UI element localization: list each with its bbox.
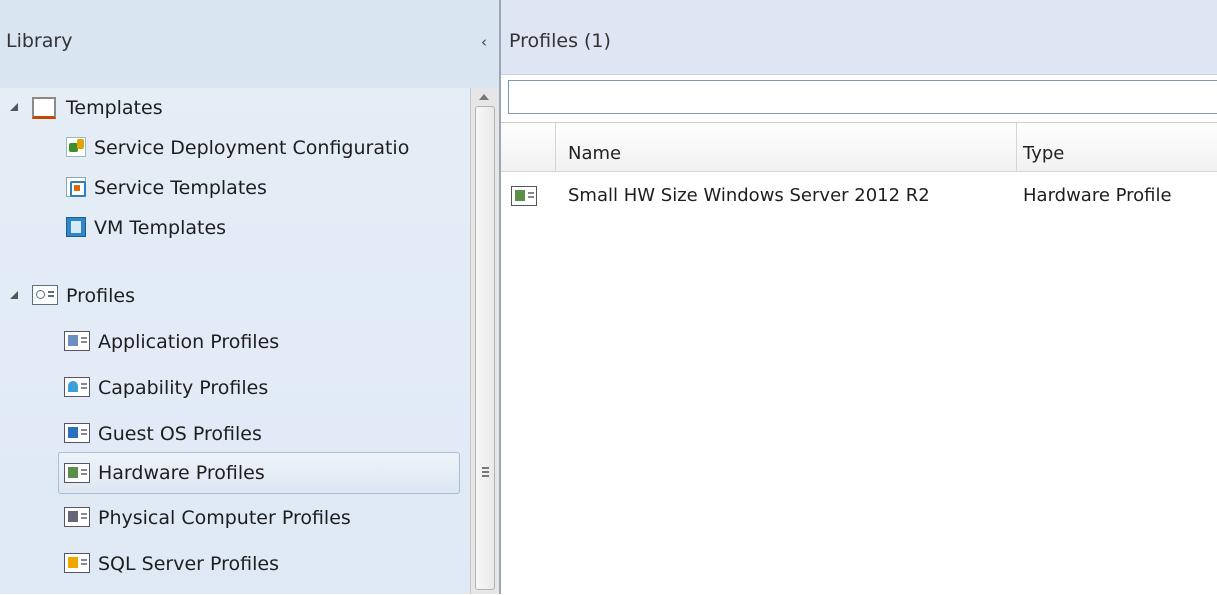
row-type: Hardware Profile <box>1023 185 1172 206</box>
scroll-up-icon[interactable] <box>479 94 489 100</box>
library-tree: Templates Service Deployment Configurati… <box>0 88 470 594</box>
tree-item-label: Guest OS Profiles <box>98 423 262 445</box>
service-templates-icon <box>66 177 86 197</box>
tree-node-profiles[interactable]: Profiles <box>0 276 470 316</box>
tree-item-service-deployment-configuration[interactable]: Service Deployment Configuratio <box>60 128 460 168</box>
hardware-profile-icon <box>64 463 90 483</box>
vm-templates-icon <box>66 217 86 237</box>
library-header: Library ‹ <box>0 0 500 88</box>
application-profile-icon <box>64 331 90 351</box>
tree-item-label: Service Deployment Configuratio <box>94 137 410 159</box>
grip-icon <box>482 467 489 469</box>
tree-item-label: Hardware Profiles <box>98 462 265 484</box>
hardware-profile-icon <box>511 186 537 206</box>
collapse-pane-button[interactable]: ‹ <box>474 30 494 54</box>
sql-server-profile-icon <box>64 553 90 573</box>
tree-item-hardware-profiles[interactable]: Hardware Profiles <box>58 452 460 494</box>
service-deployment-configuration-icon <box>66 137 86 157</box>
tree-item-label: Service Templates <box>94 177 267 199</box>
templates-icon <box>32 97 56 119</box>
expand-arrow-icon[interactable] <box>10 103 18 111</box>
column-divider[interactable] <box>1016 123 1017 171</box>
tree-item-physical-computer-profiles[interactable]: Physical Computer Profiles <box>60 498 460 538</box>
tree-item-guest-os-profiles[interactable]: Guest OS Profiles <box>60 414 460 454</box>
tree-item-label: VM Templates <box>94 217 227 239</box>
tree-item-label: SQL Server Profiles <box>98 553 279 575</box>
tree-item-service-templates[interactable]: Service Templates <box>60 168 460 208</box>
library-title: Library <box>6 30 73 52</box>
scrollbar-thumb[interactable] <box>475 106 495 590</box>
grid-header: Name Type <box>501 123 1217 172</box>
physical-computer-profile-icon <box>64 507 90 527</box>
search-input[interactable] <box>508 80 1217 114</box>
tree-item-vm-templates[interactable]: VM Templates <box>60 208 460 248</box>
profiles-header: Profiles (1) <box>501 0 1217 75</box>
tree-item-label: Capability Profiles <box>98 377 269 399</box>
library-pane: Library ‹ Templates Service Deployment C… <box>0 0 500 594</box>
table-row[interactable]: Small HW Size Windows Server 2012 R2 Har… <box>501 173 1217 219</box>
profiles-grid: Name Type Small HW Size Windows Server 2… <box>501 122 1217 595</box>
tree-scrollbar[interactable] <box>470 88 500 594</box>
tree-item-sql-server-profiles[interactable]: SQL Server Profiles <box>60 544 460 584</box>
guest-os-profile-icon <box>64 423 90 443</box>
column-divider[interactable] <box>555 123 556 171</box>
tree-item-application-profiles[interactable]: Application Profiles <box>60 322 460 362</box>
expand-arrow-icon[interactable] <box>10 291 18 299</box>
column-header-type[interactable]: Type <box>1023 123 1064 171</box>
tree-item-capability-profiles[interactable]: Capability Profiles <box>60 368 460 408</box>
profiles-title: Profiles (1) <box>509 30 611 52</box>
tree-node-label: Templates <box>66 97 163 119</box>
tree-node-label: Profiles <box>66 285 135 307</box>
row-name: Small HW Size Windows Server 2012 R2 <box>568 185 930 206</box>
capability-profile-icon <box>64 377 90 397</box>
tree-item-label: Physical Computer Profiles <box>98 507 351 529</box>
tree-item-label: Application Profiles <box>98 331 280 353</box>
column-header-name[interactable]: Name <box>568 123 621 171</box>
profiles-icon <box>32 285 58 305</box>
tree-node-templates[interactable]: Templates <box>0 88 470 128</box>
